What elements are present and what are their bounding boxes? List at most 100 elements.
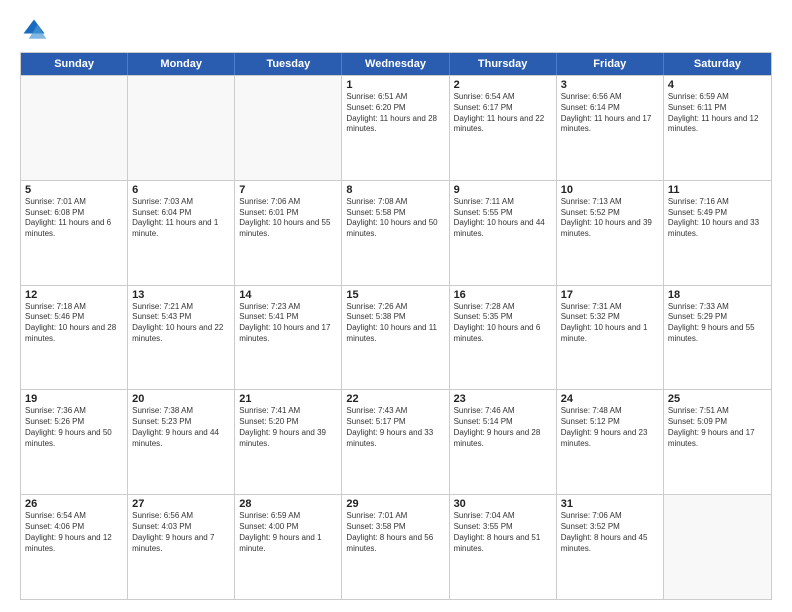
day-number: 30	[454, 498, 552, 510]
cal-header-sunday: Sunday	[21, 53, 128, 75]
cell-detail: Sunrise: 7:26 AM Sunset: 5:38 PM Dayligh…	[346, 302, 444, 345]
cell-detail: Sunrise: 6:51 AM Sunset: 6:20 PM Dayligh…	[346, 92, 444, 135]
cal-cell: 30Sunrise: 7:04 AM Sunset: 3:55 PM Dayli…	[450, 495, 557, 599]
day-number: 7	[239, 184, 337, 196]
cal-cell: 11Sunrise: 7:16 AM Sunset: 5:49 PM Dayli…	[664, 181, 771, 285]
cal-cell: 22Sunrise: 7:43 AM Sunset: 5:17 PM Dayli…	[342, 390, 449, 494]
cal-cell: 1Sunrise: 6:51 AM Sunset: 6:20 PM Daylig…	[342, 76, 449, 180]
day-number: 4	[668, 79, 767, 91]
calendar-body: 1Sunrise: 6:51 AM Sunset: 6:20 PM Daylig…	[21, 75, 771, 599]
cal-cell: 4Sunrise: 6:59 AM Sunset: 6:11 PM Daylig…	[664, 76, 771, 180]
cal-cell: 24Sunrise: 7:48 AM Sunset: 5:12 PM Dayli…	[557, 390, 664, 494]
cell-detail: Sunrise: 7:43 AM Sunset: 5:17 PM Dayligh…	[346, 406, 444, 449]
cell-detail: Sunrise: 7:13 AM Sunset: 5:52 PM Dayligh…	[561, 197, 659, 240]
cell-detail: Sunrise: 7:51 AM Sunset: 5:09 PM Dayligh…	[668, 406, 767, 449]
cal-cell: 8Sunrise: 7:08 AM Sunset: 5:58 PM Daylig…	[342, 181, 449, 285]
cal-cell: 5Sunrise: 7:01 AM Sunset: 6:08 PM Daylig…	[21, 181, 128, 285]
cal-cell	[664, 495, 771, 599]
cell-detail: Sunrise: 7:31 AM Sunset: 5:32 PM Dayligh…	[561, 302, 659, 345]
cal-week-5: 26Sunrise: 6:54 AM Sunset: 4:06 PM Dayli…	[21, 494, 771, 599]
cal-cell: 19Sunrise: 7:36 AM Sunset: 5:26 PM Dayli…	[21, 390, 128, 494]
cal-cell: 20Sunrise: 7:38 AM Sunset: 5:23 PM Dayli…	[128, 390, 235, 494]
cal-cell: 16Sunrise: 7:28 AM Sunset: 5:35 PM Dayli…	[450, 286, 557, 390]
cell-detail: Sunrise: 7:41 AM Sunset: 5:20 PM Dayligh…	[239, 406, 337, 449]
cal-cell: 15Sunrise: 7:26 AM Sunset: 5:38 PM Dayli…	[342, 286, 449, 390]
cell-detail: Sunrise: 7:46 AM Sunset: 5:14 PM Dayligh…	[454, 406, 552, 449]
cal-cell: 17Sunrise: 7:31 AM Sunset: 5:32 PM Dayli…	[557, 286, 664, 390]
day-number: 15	[346, 289, 444, 301]
page: SundayMondayTuesdayWednesdayThursdayFrid…	[0, 0, 792, 612]
cell-detail: Sunrise: 6:56 AM Sunset: 4:03 PM Dayligh…	[132, 511, 230, 554]
cal-cell: 13Sunrise: 7:21 AM Sunset: 5:43 PM Dayli…	[128, 286, 235, 390]
cal-header-thursday: Thursday	[450, 53, 557, 75]
cell-detail: Sunrise: 7:16 AM Sunset: 5:49 PM Dayligh…	[668, 197, 767, 240]
cal-cell: 14Sunrise: 7:23 AM Sunset: 5:41 PM Dayli…	[235, 286, 342, 390]
cell-detail: Sunrise: 7:23 AM Sunset: 5:41 PM Dayligh…	[239, 302, 337, 345]
cal-cell: 23Sunrise: 7:46 AM Sunset: 5:14 PM Dayli…	[450, 390, 557, 494]
day-number: 29	[346, 498, 444, 510]
day-number: 12	[25, 289, 123, 301]
cal-week-4: 19Sunrise: 7:36 AM Sunset: 5:26 PM Dayli…	[21, 389, 771, 494]
day-number: 26	[25, 498, 123, 510]
cal-cell: 12Sunrise: 7:18 AM Sunset: 5:46 PM Dayli…	[21, 286, 128, 390]
day-number: 13	[132, 289, 230, 301]
cal-cell: 6Sunrise: 7:03 AM Sunset: 6:04 PM Daylig…	[128, 181, 235, 285]
cal-cell: 21Sunrise: 7:41 AM Sunset: 5:20 PM Dayli…	[235, 390, 342, 494]
cal-header-wednesday: Wednesday	[342, 53, 449, 75]
day-number: 17	[561, 289, 659, 301]
cell-detail: Sunrise: 6:56 AM Sunset: 6:14 PM Dayligh…	[561, 92, 659, 135]
cell-detail: Sunrise: 7:48 AM Sunset: 5:12 PM Dayligh…	[561, 406, 659, 449]
cal-header-tuesday: Tuesday	[235, 53, 342, 75]
cal-header-monday: Monday	[128, 53, 235, 75]
day-number: 22	[346, 393, 444, 405]
cell-detail: Sunrise: 7:01 AM Sunset: 3:58 PM Dayligh…	[346, 511, 444, 554]
cal-week-1: 1Sunrise: 6:51 AM Sunset: 6:20 PM Daylig…	[21, 75, 771, 180]
cell-detail: Sunrise: 6:59 AM Sunset: 6:11 PM Dayligh…	[668, 92, 767, 135]
cal-cell: 10Sunrise: 7:13 AM Sunset: 5:52 PM Dayli…	[557, 181, 664, 285]
day-number: 20	[132, 393, 230, 405]
cell-detail: Sunrise: 7:36 AM Sunset: 5:26 PM Dayligh…	[25, 406, 123, 449]
header	[20, 16, 772, 44]
day-number: 9	[454, 184, 552, 196]
day-number: 18	[668, 289, 767, 301]
cal-week-2: 5Sunrise: 7:01 AM Sunset: 6:08 PM Daylig…	[21, 180, 771, 285]
cal-header-saturday: Saturday	[664, 53, 771, 75]
cell-detail: Sunrise: 7:04 AM Sunset: 3:55 PM Dayligh…	[454, 511, 552, 554]
cal-cell: 2Sunrise: 6:54 AM Sunset: 6:17 PM Daylig…	[450, 76, 557, 180]
cal-cell: 3Sunrise: 6:56 AM Sunset: 6:14 PM Daylig…	[557, 76, 664, 180]
cell-detail: Sunrise: 6:54 AM Sunset: 4:06 PM Dayligh…	[25, 511, 123, 554]
day-number: 3	[561, 79, 659, 91]
cell-detail: Sunrise: 7:03 AM Sunset: 6:04 PM Dayligh…	[132, 197, 230, 240]
calendar-header-row: SundayMondayTuesdayWednesdayThursdayFrid…	[21, 53, 771, 75]
cal-cell: 31Sunrise: 7:06 AM Sunset: 3:52 PM Dayli…	[557, 495, 664, 599]
cal-cell: 29Sunrise: 7:01 AM Sunset: 3:58 PM Dayli…	[342, 495, 449, 599]
day-number: 2	[454, 79, 552, 91]
cal-week-3: 12Sunrise: 7:18 AM Sunset: 5:46 PM Dayli…	[21, 285, 771, 390]
cell-detail: Sunrise: 7:06 AM Sunset: 6:01 PM Dayligh…	[239, 197, 337, 240]
cell-detail: Sunrise: 7:21 AM Sunset: 5:43 PM Dayligh…	[132, 302, 230, 345]
day-number: 27	[132, 498, 230, 510]
cell-detail: Sunrise: 7:18 AM Sunset: 5:46 PM Dayligh…	[25, 302, 123, 345]
day-number: 31	[561, 498, 659, 510]
day-number: 1	[346, 79, 444, 91]
logo-icon	[20, 16, 48, 44]
day-number: 5	[25, 184, 123, 196]
cell-detail: Sunrise: 7:33 AM Sunset: 5:29 PM Dayligh…	[668, 302, 767, 345]
cell-detail: Sunrise: 7:38 AM Sunset: 5:23 PM Dayligh…	[132, 406, 230, 449]
cal-cell: 28Sunrise: 6:59 AM Sunset: 4:00 PM Dayli…	[235, 495, 342, 599]
cal-cell	[21, 76, 128, 180]
cal-cell: 18Sunrise: 7:33 AM Sunset: 5:29 PM Dayli…	[664, 286, 771, 390]
cell-detail: Sunrise: 7:11 AM Sunset: 5:55 PM Dayligh…	[454, 197, 552, 240]
cal-cell: 7Sunrise: 7:06 AM Sunset: 6:01 PM Daylig…	[235, 181, 342, 285]
cell-detail: Sunrise: 7:06 AM Sunset: 3:52 PM Dayligh…	[561, 511, 659, 554]
cal-cell: 25Sunrise: 7:51 AM Sunset: 5:09 PM Dayli…	[664, 390, 771, 494]
cal-cell	[128, 76, 235, 180]
day-number: 25	[668, 393, 767, 405]
day-number: 21	[239, 393, 337, 405]
day-number: 28	[239, 498, 337, 510]
day-number: 16	[454, 289, 552, 301]
day-number: 8	[346, 184, 444, 196]
calendar: SundayMondayTuesdayWednesdayThursdayFrid…	[20, 52, 772, 600]
day-number: 19	[25, 393, 123, 405]
logo	[20, 16, 54, 44]
